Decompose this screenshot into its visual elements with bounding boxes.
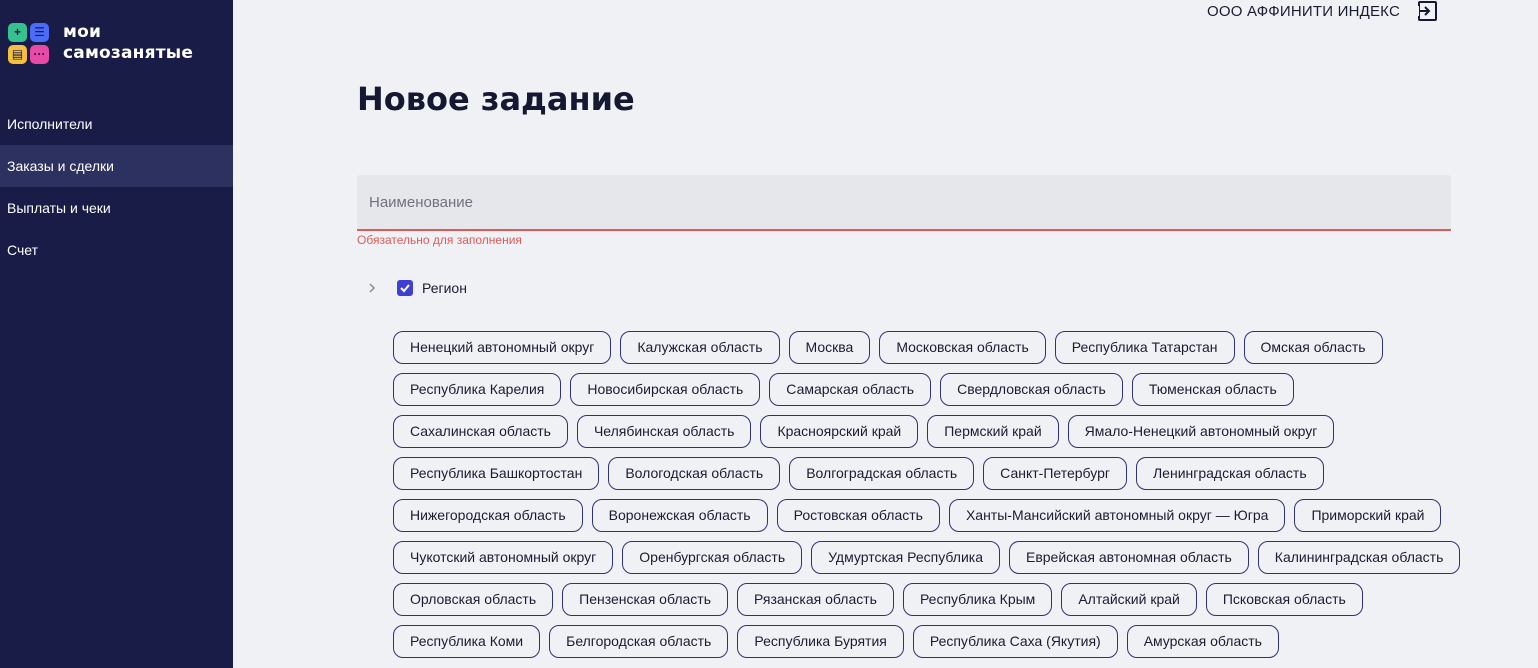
region-chip[interactable]: Приморский край <box>1294 499 1442 532</box>
region-chip[interactable]: Республика Карелия <box>393 373 562 406</box>
region-chip[interactable]: Республика Башкортостан <box>393 457 600 490</box>
plus-icon: + <box>8 22 27 42</box>
region-chip[interactable]: Ямало-Ненецкий автономный округ <box>1067 415 1335 448</box>
region-chip[interactable]: Сахалинская область <box>393 415 568 448</box>
region-label: Регион <box>422 280 467 296</box>
region-chip[interactable]: Самарская область <box>769 373 932 406</box>
top-bar: ООО АФФИНИТИ ИНДЕКС <box>1207 0 1438 22</box>
chevron-right-icon[interactable] <box>364 280 380 296</box>
name-field-error: Обязательно для заполнения <box>357 233 522 247</box>
sidebar-item-account[interactable]: Счет <box>0 229 233 271</box>
region-chip[interactable]: Пензенская область <box>562 583 729 616</box>
region-chip[interactable]: Волгоградская область <box>789 457 975 490</box>
region-chip[interactable]: Нижегородская область <box>393 499 583 532</box>
sidebar-item-payouts[interactable]: Выплаты и чеки <box>0 187 233 229</box>
brand-name-line2: самозанятые <box>63 43 194 63</box>
region-chip[interactable]: Тюменская область <box>1131 373 1294 406</box>
region-chip[interactable]: Калужская область <box>620 331 780 364</box>
region-chip[interactable]: Ленинградская область <box>1135 457 1324 490</box>
region-checkbox[interactable] <box>397 280 413 296</box>
region-chip[interactable]: Псковская область <box>1205 583 1363 616</box>
region-chip[interactable]: Амурская область <box>1126 625 1279 658</box>
sidebar-item-performers[interactable]: Исполнители <box>0 103 233 145</box>
region-chip[interactable]: Свердловская область <box>940 373 1123 406</box>
logout-icon[interactable] <box>1416 0 1438 22</box>
region-chip[interactable]: Республика Крым <box>902 583 1053 616</box>
sidebar: + ☰ ▤ ··· мои самозанятые Исполнители За… <box>0 0 233 668</box>
region-chip[interactable]: Удмуртская Республика <box>811 541 1000 574</box>
brand-logo[interactable]: + ☰ ▤ ··· мои самозанятые <box>8 22 193 64</box>
region-chip[interactable]: Ханты-Мансийский автономный округ — Югра <box>948 499 1286 532</box>
region-chip[interactable]: Рязанская область <box>737 583 894 616</box>
region-chip[interactable]: Оренбургская область <box>622 541 803 574</box>
region-chip[interactable]: Красноярский край <box>760 415 919 448</box>
region-chip[interactable]: Московская область <box>879 331 1046 364</box>
region-chip[interactable]: Республика Бурятия <box>737 625 904 658</box>
sidebar-nav: Исполнители Заказы и сделки Выплаты и че… <box>0 103 233 271</box>
list-icon: ☰ <box>30 22 49 42</box>
logo-tiles: + ☰ ▤ ··· <box>8 22 49 64</box>
name-field <box>357 175 1451 231</box>
region-chip[interactable]: Калининградская область <box>1257 541 1461 574</box>
company-name: ООО АФФИНИТИ ИНДЕКС <box>1207 2 1400 20</box>
brand-name: мои самозанятые <box>63 22 193 64</box>
region-chip[interactable]: Новосибирская область <box>570 373 761 406</box>
region-chip[interactable]: Чукотский автономный округ <box>393 541 614 574</box>
region-chip[interactable]: Москва <box>788 331 871 364</box>
region-chip[interactable]: Воронежская область <box>591 499 768 532</box>
region-chip[interactable]: Республика Коми <box>393 625 541 658</box>
sidebar-item-orders[interactable]: Заказы и сделки <box>0 145 233 187</box>
checkmark-icon <box>400 284 410 293</box>
region-chip[interactable]: Вологодская область <box>608 457 781 490</box>
region-chip[interactable]: Челябинская область <box>576 415 752 448</box>
region-chip[interactable]: Санкт-Петербург <box>983 457 1127 490</box>
chat-dots-icon: ··· <box>30 44 49 64</box>
page-title: Новое задание <box>357 80 635 118</box>
brand-name-line1: мои <box>63 22 102 42</box>
region-chip[interactable]: Орловская область <box>393 583 554 616</box>
region-chip[interactable]: Омская область <box>1243 331 1383 364</box>
region-chip[interactable]: Ростовская область <box>776 499 940 532</box>
region-chip[interactable]: Ненецкий автономный округ <box>393 331 612 364</box>
region-chip[interactable]: Пермский край <box>927 415 1059 448</box>
name-input[interactable] <box>357 175 1451 229</box>
document-icon: ▤ <box>8 44 27 64</box>
region-chip-list: Ненецкий автономный округ Калужская облас… <box>393 331 1473 658</box>
region-chip[interactable]: Алтайский край <box>1061 583 1197 616</box>
region-chip[interactable]: Белгородская область <box>549 625 729 658</box>
region-chip[interactable]: Республика Саха (Якутия) <box>912 625 1118 658</box>
region-chip[interactable]: Еврейская автономная область <box>1009 541 1249 574</box>
region-filter: Регион <box>364 280 467 296</box>
region-chip[interactable]: Республика Татарстан <box>1054 331 1235 364</box>
